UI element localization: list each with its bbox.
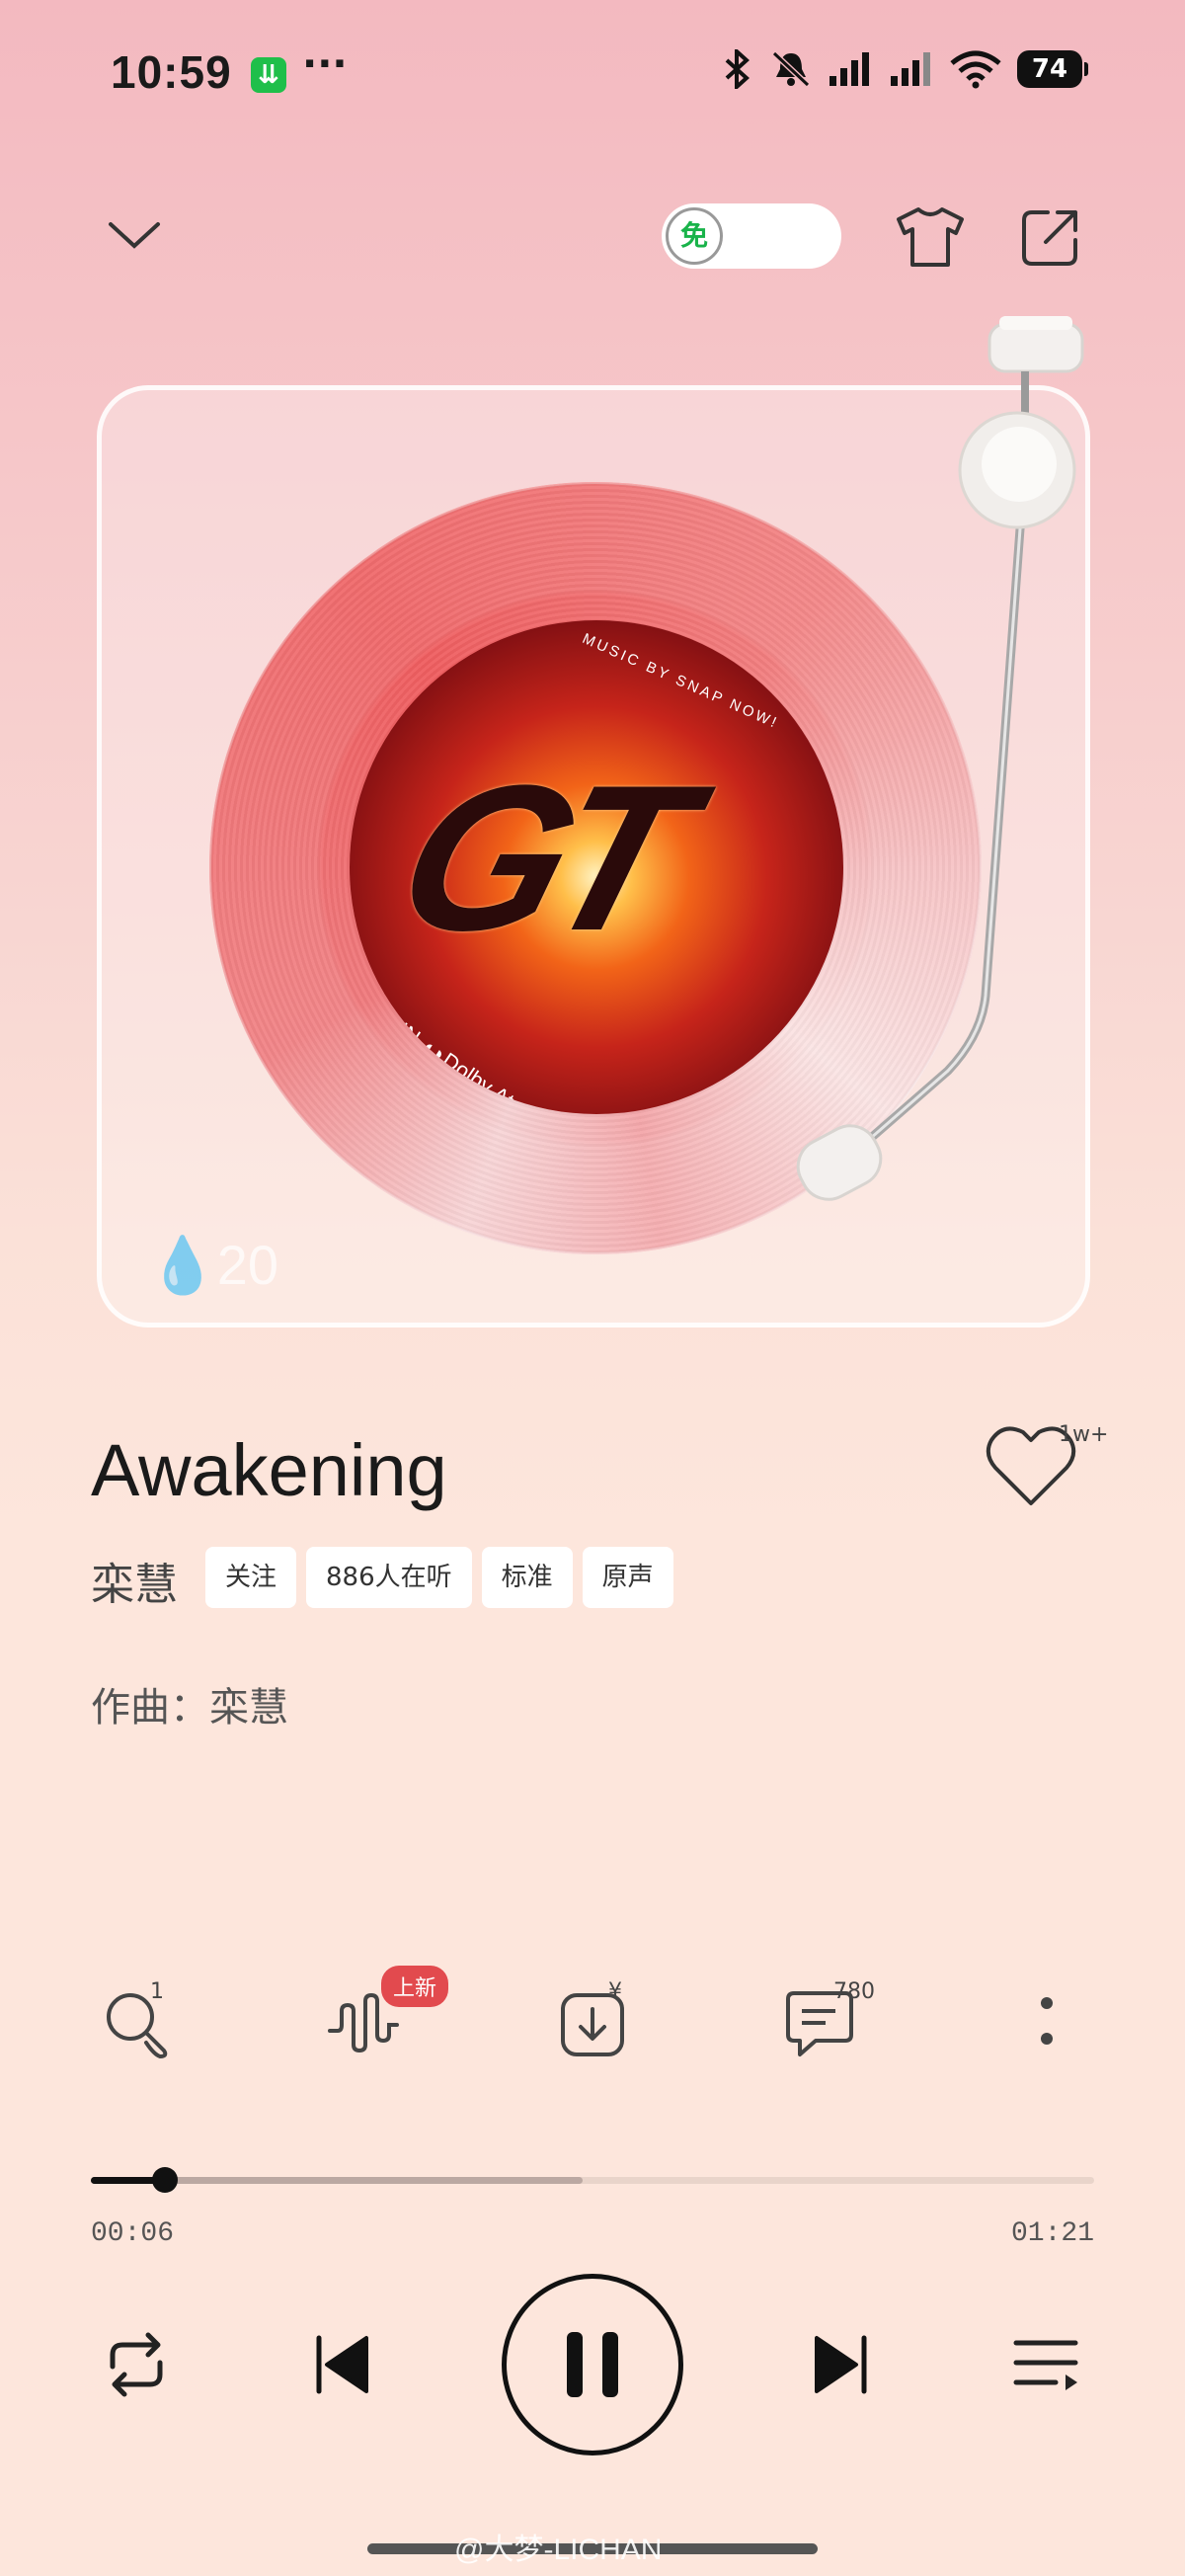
- skin-button[interactable]: [893, 201, 968, 273]
- original-tag[interactable]: 原声: [582, 1547, 673, 1608]
- quality-tag[interactable]: 标准: [481, 1547, 573, 1608]
- pause-icon: [567, 2332, 618, 2397]
- next-button[interactable]: [802, 2325, 881, 2404]
- comment-count: 780: [833, 1979, 875, 2004]
- wifi-icon: [950, 50, 1001, 89]
- battery-indicator: 74: [1017, 50, 1088, 88]
- follow-tag[interactable]: 关注: [205, 1547, 297, 1608]
- status-more-icon: ···: [302, 41, 348, 87]
- song-title: Awakening: [91, 1429, 447, 1511]
- like-count: 1w+: [1059, 1422, 1109, 1447]
- app-notification-icon: ⇊: [251, 57, 286, 93]
- previous-button[interactable]: [302, 2325, 381, 2404]
- repeat-mode-button[interactable]: [97, 2325, 176, 2404]
- share-button[interactable]: [1015, 201, 1086, 273]
- bluetooth-icon: [725, 49, 750, 89]
- tshirt-icon: [897, 207, 964, 267]
- new-badge: 上新: [381, 1966, 449, 2007]
- label-title: GT: [375, 742, 699, 974]
- paid-download-marker: ¥: [608, 1979, 622, 2004]
- composer-credit: 作曲：栾慧: [91, 1685, 288, 1731]
- weibo-watermark: @大梦-LICHAN: [454, 2534, 663, 2566]
- free-mode-toggle[interactable]: 免: [662, 203, 841, 269]
- signal-icon: [830, 52, 869, 86]
- more-options-button[interactable]: [1007, 1983, 1086, 2062]
- skip-previous-icon: [316, 2335, 368, 2394]
- free-mode-label: 免: [666, 207, 723, 265]
- artist-name[interactable]: 栾慧: [91, 1549, 178, 1612]
- playlist-icon: [1013, 2340, 1078, 2390]
- share-icon: [1022, 210, 1077, 266]
- logo-drop-icon: 💧: [148, 1234, 217, 1296]
- mute-icon: [771, 50, 811, 88]
- chevron-down-icon: [109, 222, 160, 249]
- playlist-button[interactable]: [1007, 2325, 1086, 2404]
- status-icons: 74: [721, 49, 1088, 89]
- song-tags: 关注 886人在听 标准 原声: [205, 1547, 673, 1608]
- more-vertical-icon: [1041, 1997, 1053, 2045]
- current-time: 00:06: [91, 2218, 175, 2249]
- status-time: 10:59: [111, 46, 232, 98]
- skip-next-icon: [815, 2335, 867, 2394]
- tonearm: [796, 316, 1084, 1201]
- pause-button[interactable]: [502, 2274, 683, 2455]
- progress-thumb[interactable]: [152, 2167, 178, 2193]
- listeners-tag[interactable]: 886人在听: [306, 1547, 472, 1608]
- search-count: 1: [150, 1979, 164, 2004]
- twenty-years-watermark: 💧20: [148, 1234, 279, 1296]
- collapse-button[interactable]: [103, 203, 166, 267]
- signal-2-icon: [891, 52, 930, 86]
- total-time: 01:21: [1010, 2218, 1094, 2249]
- search-song-button[interactable]: [97, 1983, 176, 2062]
- album-cover-label: MUSIC BY SNAP NOW! GT IN ◖◗Dolby Atmos: [350, 620, 843, 1114]
- repeat-icon: [110, 2332, 163, 2397]
